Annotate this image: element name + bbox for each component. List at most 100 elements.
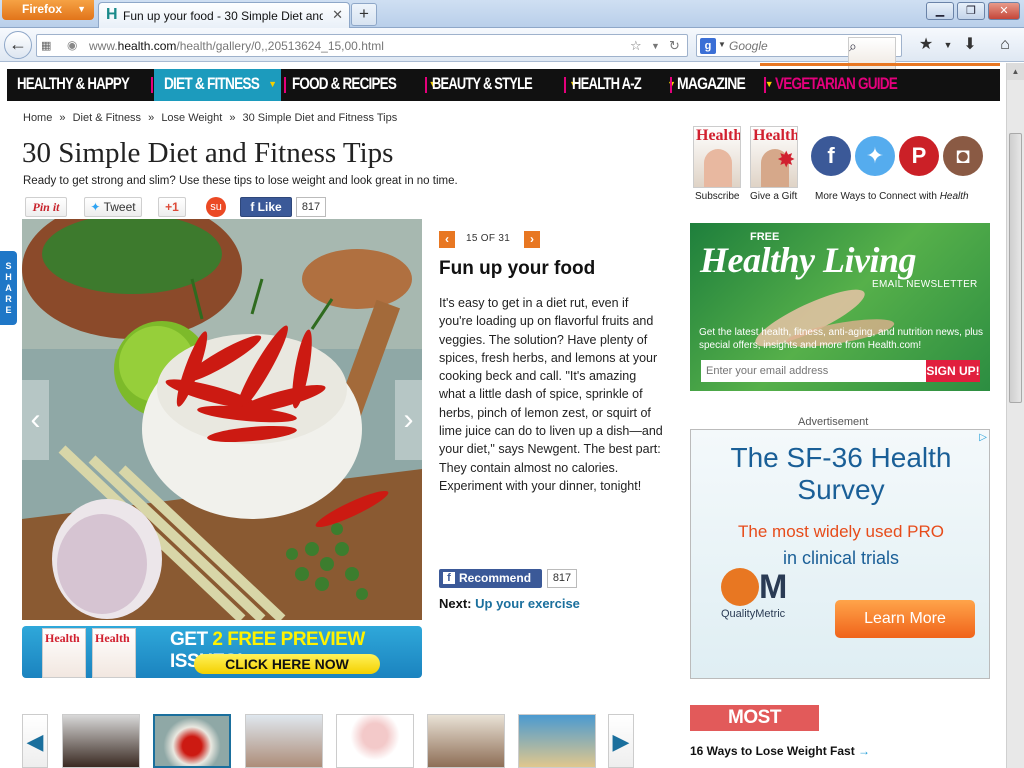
next-photo-arrow[interactable]: › [395, 380, 422, 460]
window-titlebar: Firefox ▼ H Fun up your food - 30 Simple … [0, 0, 1024, 28]
logo-name: QualityMetric [721, 608, 786, 620]
address-bar[interactable]: ▦ ◉ www.health.com/health/gallery/0,,205… [36, 34, 688, 57]
next-slide-link[interactable]: Up your exercise [475, 596, 580, 611]
nav-separator [670, 77, 672, 93]
nav-health-a-z[interactable]: HEALTH A-Z▼ [572, 69, 676, 101]
nav-vegetarian-guide[interactable]: VEGETARIAN GUIDE [775, 69, 928, 101]
vertical-scrollbar[interactable]: ▲ [1006, 63, 1024, 768]
close-window-button[interactable]: ✕ [988, 2, 1020, 20]
facebook-icon[interactable]: f [811, 136, 851, 176]
nav-healthy-happy[interactable]: HEALTHY & HAPPY▼ [17, 69, 175, 101]
newsletter-email-input[interactable] [701, 360, 926, 382]
previous-photo-arrow[interactable]: ‹ [22, 380, 49, 460]
facebook-icon: f [443, 572, 455, 584]
slide-counter: 15 OF 31 [466, 233, 511, 244]
url-text: www.health.com/health/gallery/0,,2051362… [89, 39, 384, 53]
gallery-thumbnail[interactable] [336, 714, 414, 768]
bookmarks-dropdown-icon[interactable]: ▼ [936, 34, 960, 56]
subscribe-link[interactable]: Subscribe [695, 191, 739, 202]
arrow-right-icon: → [858, 744, 871, 758]
browser-tab[interactable]: H Fun up your food - 30 Simple Diet and … [98, 2, 350, 28]
breadcrumb-diet-fitness[interactable]: Diet & Fitness [73, 112, 141, 124]
click-here-now-button[interactable]: CLICK HERE NOW [194, 654, 380, 674]
gift-magazine-cover[interactable]: Health ✸ [750, 126, 798, 188]
breadcrumb-home[interactable]: Home [23, 112, 52, 124]
tweet-label: Tweet [103, 200, 136, 214]
sf36-advertisement[interactable]: ▷ The SF-36 Health Survey The most widel… [690, 429, 990, 679]
logo-letter: M [759, 568, 788, 606]
twitter-bird-icon: ✦ [90, 200, 101, 214]
page-history-icon[interactable]: ▦ [41, 39, 51, 52]
thumbnails-next-arrow[interactable]: ▶ [608, 714, 634, 768]
home-icon[interactable]: ⌂ [993, 34, 1017, 56]
breadcrumb: Home » Diet & Fitness » Lose Weight » 30… [23, 112, 401, 124]
breadcrumb-separator: » [229, 112, 236, 124]
nav-separator [764, 77, 766, 93]
back-button[interactable]: ← [4, 31, 32, 59]
google-engine-icon[interactable]: g [700, 38, 716, 54]
search-bar[interactable]: g ▼ ⌕ [696, 34, 902, 99]
previous-slide-button[interactable]: ‹ [439, 231, 455, 248]
twitter-icon[interactable]: ✦ [855, 136, 895, 176]
tweet-button[interactable]: ✦ Tweet [84, 197, 142, 217]
facebook-like-button[interactable]: f Like [240, 197, 292, 217]
gallery-thumbnail[interactable] [245, 714, 323, 768]
firefox-menu-button[interactable]: Firefox ▼ [2, 0, 94, 20]
minimize-button[interactable]: ▁ [926, 2, 954, 20]
slide-body-text: It's easy to get in a diet rut, even if … [439, 296, 663, 493]
magazine-cover-thumbnail: Health [42, 628, 86, 678]
scrollbar-thumb[interactable] [1009, 133, 1022, 403]
engine-dropdown-icon[interactable]: ▼ [718, 40, 726, 49]
globe-icon: ◉ [67, 38, 78, 52]
nav-beauty-style[interactable]: BEAUTY & STYLE ▼ [432, 69, 578, 101]
page-title: 30 Simple Diet and Fitness Tips [22, 137, 394, 169]
most-popular-heading: MOST POPULAR [690, 705, 819, 754]
gallery-thumbnail[interactable] [518, 714, 596, 768]
nav-food-recipes[interactable]: FOOD & RECIPES ▼ [292, 69, 437, 101]
thumbnails-prev-arrow[interactable]: ◀ [22, 714, 48, 768]
close-tab-icon[interactable]: ✕ [332, 7, 343, 23]
next-slide-button[interactable]: › [524, 231, 540, 248]
chevron-down-icon: ▼ [764, 79, 774, 89]
scroll-up-arrow-icon[interactable]: ▲ [1007, 63, 1024, 80]
health-favicon-icon: H [106, 6, 118, 23]
share-side-tab[interactable]: SHARE [0, 251, 17, 325]
nav-diet-fitness[interactable]: DIET & FITNESS ▼ [154, 69, 281, 101]
facebook-recommend-button[interactable]: f Recommend [439, 569, 542, 588]
new-tab-button[interactable]: + [351, 3, 377, 26]
breadcrumb-current[interactable]: 30 Simple Diet and Fitness Tips [243, 112, 398, 124]
next-slide-line: Next: Up your exercise [439, 596, 580, 611]
gallery-thumbnail[interactable] [427, 714, 505, 768]
free-preview-promo-banner[interactable]: Health Health GET 2 FREE PREVIEW ISSUES!… [22, 626, 422, 678]
newsletter-description: Get the latest health, fitness, anti-agi… [699, 327, 984, 351]
google-plus-button[interactable]: +1 [158, 197, 186, 217]
firefox-button-label: Firefox [22, 2, 63, 16]
give-gift-link[interactable]: Give a Gift [750, 191, 797, 202]
stumbleupon-button[interactable]: su [206, 197, 226, 217]
subscribe-magazine-cover[interactable]: Health [693, 126, 741, 188]
more-ways-connect-label: More Ways to Connect with Health [815, 191, 969, 202]
reload-icon[interactable]: ↻ [669, 38, 680, 54]
breadcrumb-lose-weight[interactable]: Lose Weight [161, 112, 222, 124]
bookmarks-menu-icon[interactable]: ★ [914, 34, 938, 56]
facebook-icon: f [250, 200, 255, 214]
downloads-icon[interactable]: ⬇ [958, 34, 982, 56]
nav-magazine[interactable]: MAGAZINE ▼ [677, 69, 774, 101]
popular-item-label: 16 Ways to Lose Weight Fast [690, 744, 855, 758]
learn-more-button[interactable]: Learn More [835, 600, 975, 638]
slide-photo [22, 219, 422, 620]
pinterest-pin-button[interactable]: Pin it [25, 197, 67, 217]
newsletter-signup-button[interactable]: SIGN UP! [926, 360, 980, 382]
popular-item[interactable]: 16 Ways to Lose Weight Fast → [690, 744, 870, 758]
gallery-thumbnail-selected[interactable] [153, 714, 231, 768]
header-accent-line [760, 63, 1000, 66]
next-label: Next: [439, 596, 472, 611]
newsletter-title: Healthy Living [700, 240, 916, 280]
url-dropdown-icon[interactable]: ▼ [651, 41, 660, 51]
gift-bow-icon: ✸ [777, 147, 796, 172]
pinterest-icon[interactable]: P [899, 136, 939, 176]
instagram-icon[interactable]: ◘ [943, 136, 983, 176]
bookmark-star-icon[interactable]: ☆ [630, 38, 642, 54]
maximize-button[interactable]: ❐ [957, 2, 985, 20]
gallery-thumbnail[interactable] [62, 714, 140, 768]
